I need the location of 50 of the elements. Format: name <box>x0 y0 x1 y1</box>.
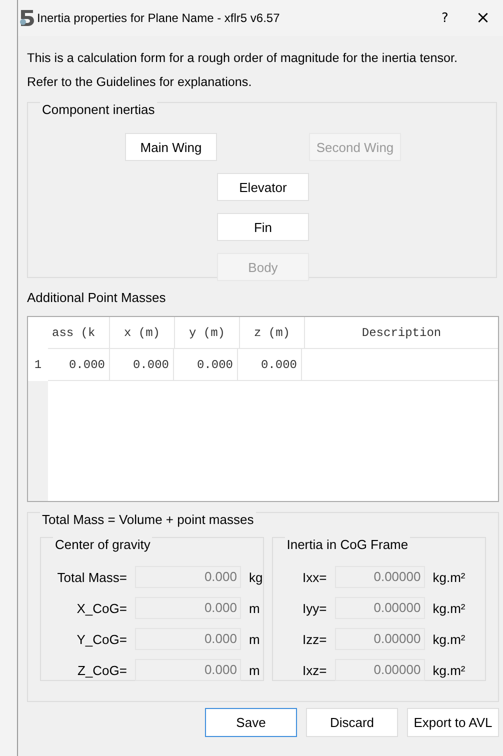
close-button[interactable]: × <box>463 8 503 28</box>
component-button[interactable]: Elevator <box>217 173 309 201</box>
value-field: 0.00000 <box>334 659 425 681</box>
unit-label: kg.m² <box>432 600 466 616</box>
value-field: 0.000 <box>135 659 241 681</box>
group-title: Inertia in CoG Frame <box>284 537 410 552</box>
table-cell: 0.000 <box>110 349 174 381</box>
field-label: Ixx= <box>302 570 328 584</box>
field-label: Ixz= <box>302 662 328 678</box>
table-cell: 0.000 <box>174 349 238 381</box>
dialog-button[interactable]: Save <box>205 708 297 737</box>
dialog-button[interactable]: Discard <box>306 708 398 737</box>
unit-label: kg.m² <box>432 632 466 646</box>
column-header[interactable]: ass (k <box>48 317 110 349</box>
app-logo-icon <box>18 9 36 27</box>
table-cell: 0.000 <box>48 349 110 381</box>
group-title: Total Mass = Volume + point masses <box>40 512 256 527</box>
field-label: Izz= <box>302 632 328 646</box>
intro-text: Refer to the Guidelines for explanations. <box>27 74 253 91</box>
value-field: 0.00000 <box>334 566 425 588</box>
column-header[interactable]: Description <box>305 317 498 349</box>
group-title: Center of gravity <box>53 537 152 552</box>
column-header[interactable]: z (m) <box>240 317 305 349</box>
field-label: Y_CoG= <box>76 632 128 646</box>
component-button[interactable]: Main Wing <box>125 133 217 161</box>
window-title: Inertia properties for Plane Name - xflr5 v6.57 <box>37 11 281 25</box>
field-label: Iyy= <box>302 600 328 616</box>
table-cell: 0.000 <box>238 349 302 381</box>
unit-label: kg.m² <box>432 662 466 678</box>
unit-label: m <box>248 632 261 646</box>
value-field: 0.000 <box>135 628 241 650</box>
component-button[interactable]: Fin <box>217 213 309 241</box>
value-field: 0.00000 <box>334 628 425 650</box>
value-field: 0.000 <box>135 566 241 588</box>
section-title: Additional Point Masses <box>27 290 167 307</box>
field-label: Z_CoG= <box>76 662 128 678</box>
value-field: 0.000 <box>135 597 241 619</box>
help-button[interactable]: ? <box>427 10 463 26</box>
unit-label: m <box>248 662 261 678</box>
group-title: Component inertias <box>40 102 157 117</box>
column-header[interactable]: x (m) <box>110 317 175 349</box>
column-header[interactable]: y (m) <box>175 317 240 349</box>
field-label: Total Mass= <box>56 570 128 584</box>
dialog-button[interactable]: Export to AVL <box>407 708 499 737</box>
unit-label: m <box>248 600 261 616</box>
value-field: 0.00000 <box>334 597 425 619</box>
intro-text: This is a calculation form for a rough order of magnitude for the inertia tensor. <box>27 50 459 67</box>
field-label: X_CoG= <box>76 600 128 616</box>
unit-label: kg.m² <box>432 570 466 584</box>
unit-label: kg <box>248 570 263 584</box>
